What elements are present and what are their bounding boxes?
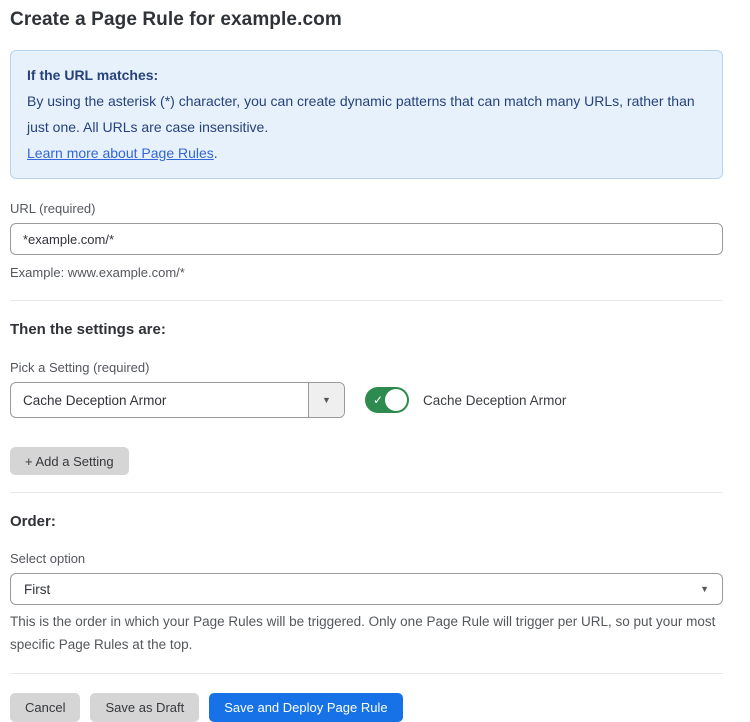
select-option-label: Select option <box>10 551 723 566</box>
pick-setting-label: Pick a Setting (required) <box>10 360 723 375</box>
save-as-draft-button[interactable]: Save as Draft <box>90 693 199 722</box>
add-setting-button[interactable]: + Add a Setting <box>10 447 129 475</box>
page-title: Create a Page Rule for example.com <box>10 9 723 31</box>
info-box-link-line: Learn more about Page Rules. <box>27 140 706 166</box>
info-box-body: By using the asterisk (*) character, you… <box>27 88 706 140</box>
setting-dropdown[interactable]: Cache Deception Armor ▼ <box>10 382 345 418</box>
footer-actions: Cancel Save as Draft Save and Deploy Pag… <box>10 693 723 722</box>
url-label: URL (required) <box>10 201 723 216</box>
order-helper-text: This is the order in which your Page Rul… <box>10 610 723 656</box>
save-and-deploy-button[interactable]: Save and Deploy Page Rule <box>209 693 402 722</box>
url-match-info-box: If the URL matches: By using the asteris… <box>10 50 723 179</box>
toggle-knob <box>385 389 407 411</box>
cancel-button[interactable]: Cancel <box>10 693 80 722</box>
url-helper-text: Example: www.example.com/* <box>10 262 723 283</box>
order-dropdown[interactable]: First ▼ <box>10 573 723 605</box>
check-icon: ✓ <box>373 394 383 406</box>
divider <box>10 673 723 674</box>
order-dropdown-value: First <box>24 582 50 597</box>
chevron-down-icon: ▼ <box>700 585 709 594</box>
settings-section-heading: Then the settings are: <box>10 321 723 338</box>
link-suffix: . <box>214 145 218 161</box>
divider <box>10 492 723 493</box>
divider <box>10 300 723 301</box>
learn-more-link[interactable]: Learn more about Page Rules <box>27 145 214 161</box>
setting-row: Cache Deception Armor ▼ ✓ Cache Deceptio… <box>10 382 723 418</box>
setting-toggle-label: Cache Deception Armor <box>423 393 566 408</box>
setting-toggle[interactable]: ✓ <box>365 387 409 413</box>
order-section-heading: Order: <box>10 513 723 530</box>
setting-dropdown-arrow-button[interactable]: ▼ <box>308 383 344 417</box>
url-input[interactable] <box>10 223 723 255</box>
chevron-down-icon: ▼ <box>322 396 331 405</box>
create-page-rule-form: Create a Page Rule for example.com If th… <box>0 0 750 722</box>
info-box-heading: If the URL matches: <box>27 62 706 88</box>
setting-dropdown-value: Cache Deception Armor <box>11 383 308 417</box>
